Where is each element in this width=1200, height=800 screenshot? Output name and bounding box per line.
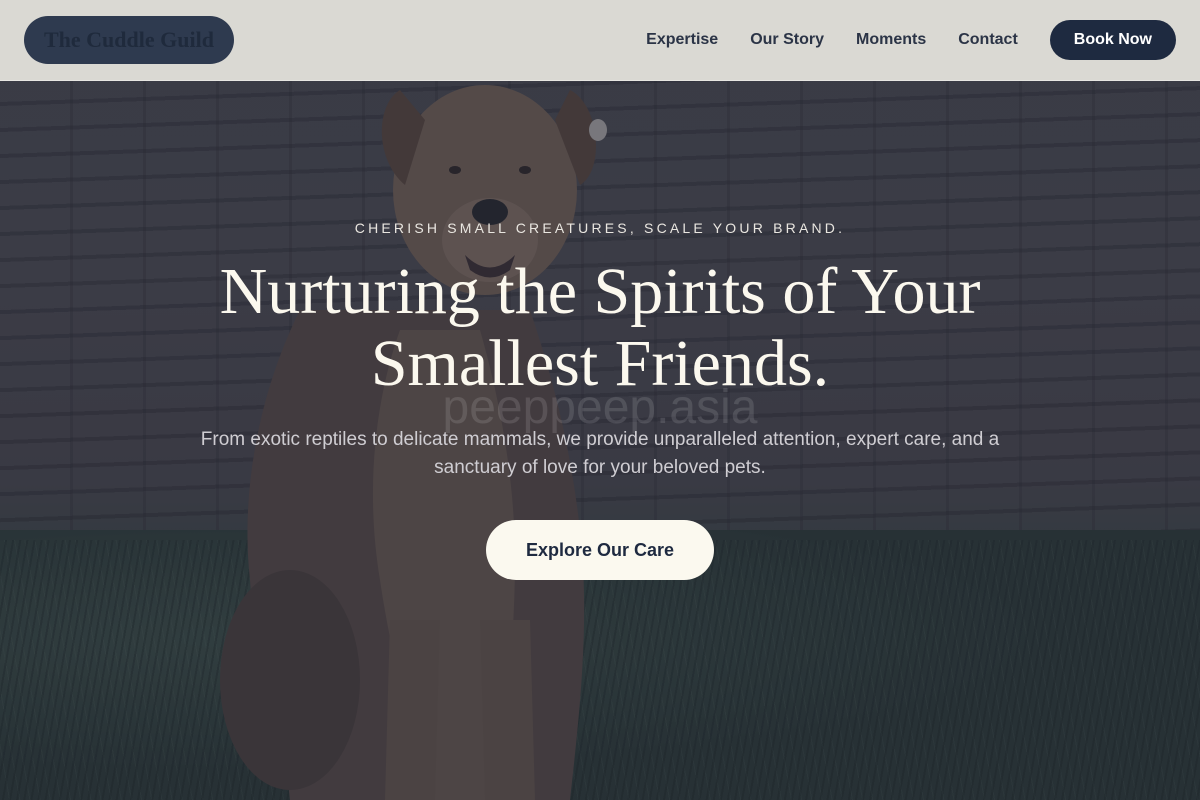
site-header: The Cuddle Guild Expertise Our Story Mom… — [0, 0, 1200, 81]
brand-logo[interactable]: The Cuddle Guild — [24, 16, 234, 64]
nav-link-contact[interactable]: Contact — [958, 31, 1018, 49]
nav-link-expertise[interactable]: Expertise — [646, 31, 718, 49]
main-nav: Expertise Our Story Moments Contact Book… — [646, 20, 1176, 60]
hero-eyebrow: CHERISH SMALL CREATURES, SCALE YOUR BRAN… — [354, 220, 846, 236]
hero-headline-line1: Nurturing the Spirits of Your — [219, 255, 981, 328]
nav-link-our-story[interactable]: Our Story — [750, 31, 824, 49]
hero-subtext: From exotic reptiles to delicate mammals… — [200, 429, 1000, 478]
hero-content: CHERISH SMALL CREATURES, SCALE YOUR BRAN… — [0, 0, 1200, 800]
book-now-button[interactable]: Book Now — [1049, 20, 1176, 60]
explore-our-care-button[interactable]: Explore Our Care — [486, 520, 714, 580]
nav-link-moments[interactable]: Moments — [856, 31, 926, 49]
hero-headline: Nurturing the Spirits of Your Smallest F… — [0, 256, 1200, 400]
